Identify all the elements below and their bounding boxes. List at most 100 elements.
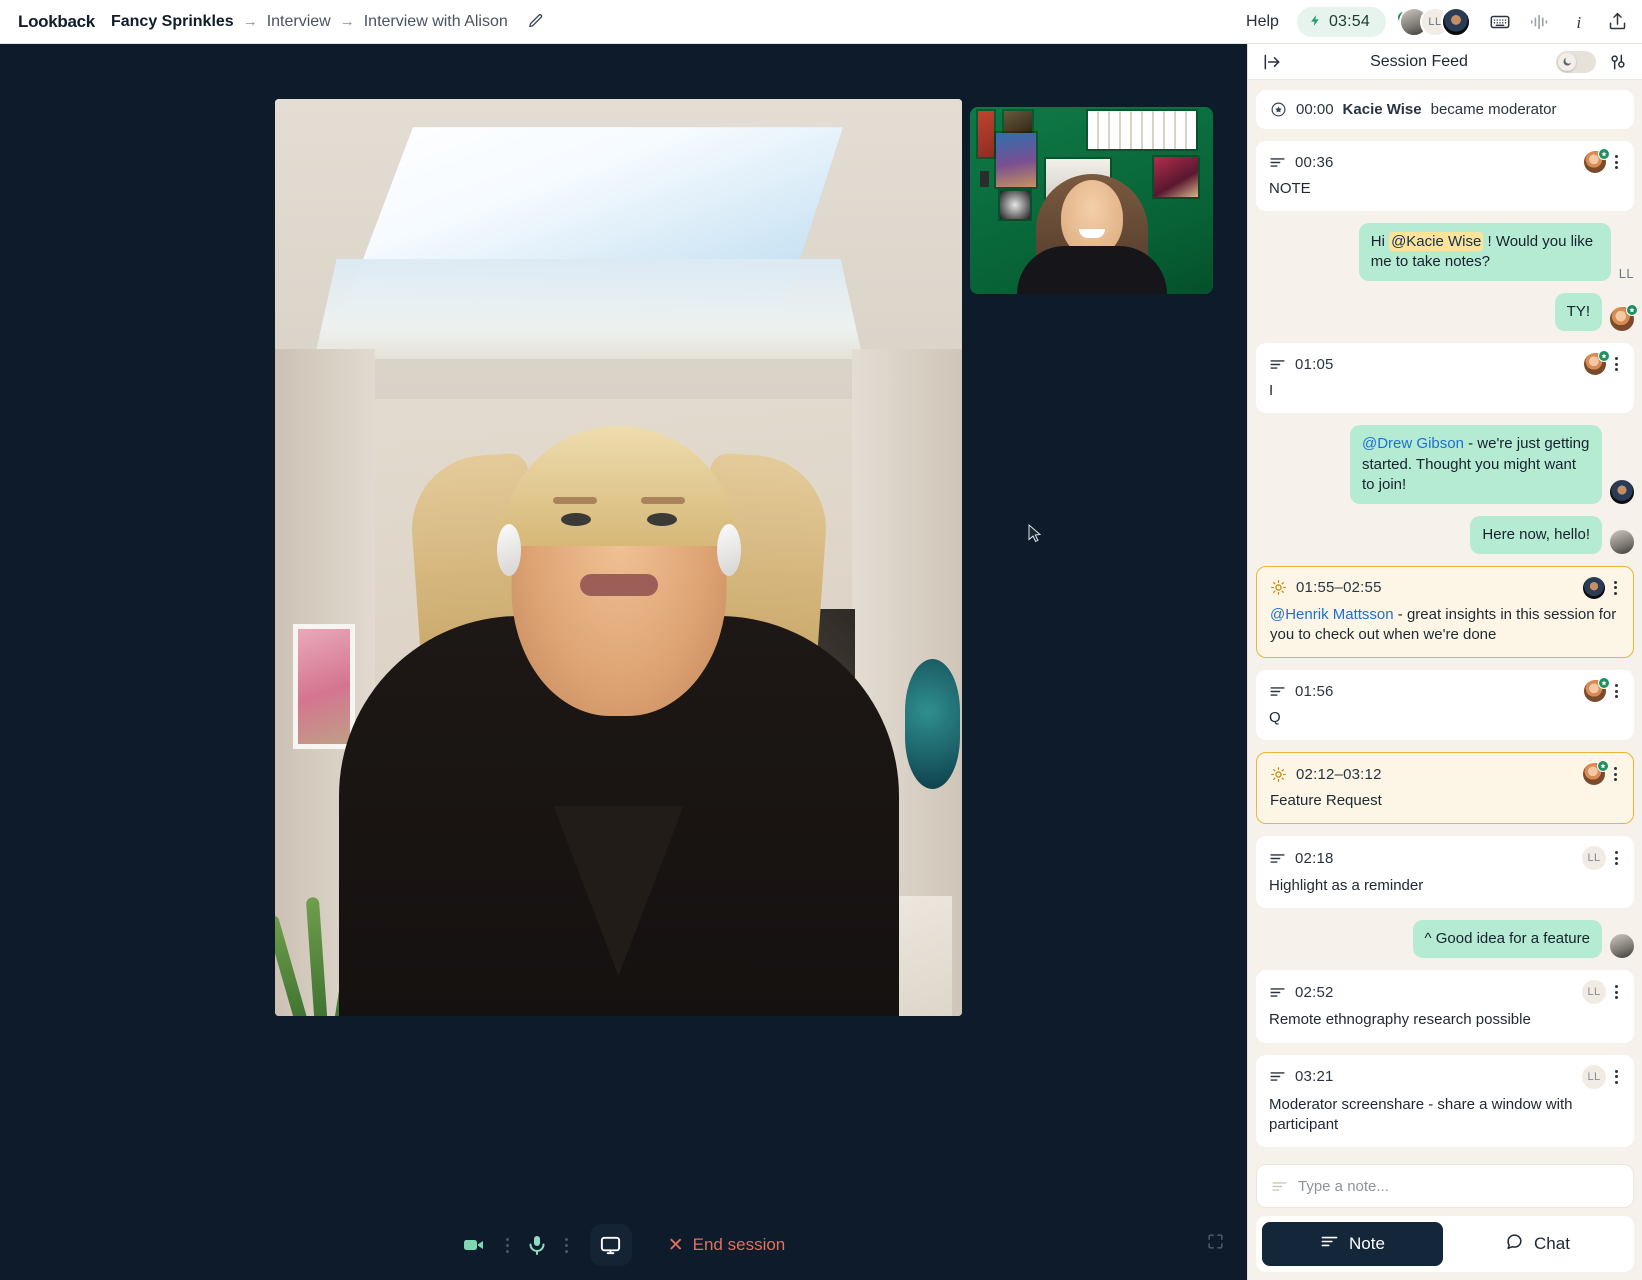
avatar[interactable]	[1610, 934, 1634, 959]
mention-chip[interactable]: @Henrik Mattsson	[1270, 606, 1394, 623]
camera-options-button[interactable]	[492, 1237, 523, 1253]
card-body: Moderator screenshare - share a window w…	[1269, 1095, 1573, 1133]
moderator-badge-icon	[1598, 350, 1610, 363]
highlight-sun-icon	[1270, 766, 1287, 783]
mic-group	[523, 1233, 582, 1257]
mic-options-button[interactable]	[551, 1237, 582, 1253]
feed-note-card[interactable]: 01:05 I	[1256, 343, 1634, 414]
session-feed-panel: Session Feed 00:00 Kacie Wise became mod…	[1247, 44, 1642, 1280]
help-link[interactable]: Help	[1246, 13, 1279, 31]
breadcrumb-separator-2: →	[339, 13, 355, 30]
card-menu-button[interactable]	[1612, 355, 1621, 373]
earring-left	[496, 524, 521, 576]
feed-highlight-card[interactable]: 02:12–03:12 Feature Request	[1256, 752, 1634, 825]
mention-chip[interactable]: @Kacie Wise	[1389, 232, 1484, 252]
mention-chip[interactable]: @Drew Gibson	[1362, 435, 1464, 452]
thumb-art	[1088, 111, 1196, 149]
author-initials[interactable]: LL	[1582, 980, 1606, 1005]
filter-settings-icon[interactable]	[1608, 52, 1628, 72]
keyboard-icon[interactable]	[1489, 11, 1511, 33]
tab-chat-label: Chat	[1534, 1234, 1570, 1253]
breadcrumb-separator-1: →	[242, 13, 258, 30]
pencil-icon[interactable]	[527, 13, 544, 30]
thumb-face	[1060, 180, 1123, 256]
bolt-icon	[1309, 13, 1322, 31]
panel-title: Session Feed	[1370, 52, 1468, 70]
card-menu-button[interactable]	[1611, 765, 1620, 783]
card-actions: LL	[1582, 980, 1621, 1005]
avatar[interactable]	[1583, 760, 1609, 786]
card-menu-button[interactable]	[1612, 1068, 1621, 1086]
card-timestamp: 02:52	[1295, 983, 1334, 1001]
avatar[interactable]	[1583, 576, 1605, 599]
info-icon[interactable]: i	[1569, 12, 1589, 32]
feed-note-card[interactable]: 02:52 LL Remote ethnography research pos…	[1256, 970, 1634, 1043]
author-initials[interactable]: LL	[1582, 846, 1606, 871]
screen-share-icon[interactable]	[589, 1224, 632, 1266]
video-camera-icon[interactable]	[462, 1233, 492, 1257]
audio-waveform-icon[interactable]	[1529, 11, 1551, 33]
session-feed-list[interactable]: 00:00 Kacie Wise became moderator 00:36	[1248, 80, 1642, 1164]
theme-toggle[interactable]	[1556, 50, 1596, 73]
feed-note-card[interactable]: 00:36 NOTE	[1256, 141, 1634, 212]
mouse-cursor	[1028, 524, 1042, 543]
card-menu-button[interactable]	[1612, 153, 1621, 171]
note-lines-icon	[1269, 1068, 1286, 1085]
card-menu-button[interactable]	[1612, 682, 1621, 700]
author-initials[interactable]: LL	[1582, 1064, 1606, 1089]
main-participant-video[interactable]	[275, 99, 962, 1016]
chat-bubble[interactable]: Here now, hello!	[1470, 515, 1602, 554]
avatar[interactable]	[1584, 148, 1610, 173]
feed-note-card[interactable]: 02:18 LL Highlight as a reminder	[1256, 836, 1634, 909]
card-timestamp: 01:55–02:55	[1296, 579, 1382, 597]
avatar[interactable]	[1441, 6, 1471, 37]
tab-chat[interactable]: Chat	[1447, 1222, 1628, 1266]
feed-chat-row: @Drew Gibson - we're just getting starte…	[1256, 425, 1634, 504]
note-lines-icon	[1269, 154, 1286, 171]
card-timestamp: 00:36	[1295, 153, 1334, 171]
note-lines-icon	[1269, 850, 1286, 867]
avatar[interactable]	[1584, 350, 1610, 376]
breadcrumb: Fancy Sprinkles → Interview → Interview …	[111, 13, 544, 31]
panel-collapse-icon[interactable]	[1262, 52, 1282, 72]
chat-bubble[interactable]: TY!	[1554, 293, 1602, 332]
video-stage: ✕ End session	[0, 44, 1247, 1280]
note-input-placeholder: Type a note...	[1298, 1177, 1389, 1195]
feed-highlight-card[interactable]: 01:55–02:55 @Henrik Mattsson - great ins…	[1256, 565, 1634, 659]
system-event-actor: Kacie Wise	[1342, 101, 1422, 118]
eye-right	[646, 513, 677, 526]
thumb-art	[978, 111, 994, 157]
feed-note-card[interactable]: 01:56 Q	[1256, 670, 1634, 741]
avatar[interactable]	[1610, 529, 1634, 554]
tab-note[interactable]: Note	[1262, 1222, 1443, 1266]
participant-avatars[interactable]: LL	[1396, 6, 1471, 37]
chat-bubble[interactable]: @Drew Gibson - we're just getting starte…	[1350, 425, 1602, 504]
breadcrumb-session[interactable]: Interview with Alison	[364, 13, 508, 31]
avatar[interactable]	[1584, 677, 1610, 703]
feed-note-card[interactable]: 03:21 LL Moderator screenshare - share a…	[1256, 1054, 1634, 1147]
moon-icon	[1558, 52, 1576, 71]
card-actions: LL	[1582, 846, 1621, 871]
fullscreen-icon[interactable]	[1206, 1232, 1225, 1256]
app-root: Lookback Fancy Sprinkles → Interview → I…	[0, 0, 1642, 1280]
card-menu-button[interactable]	[1612, 983, 1621, 1001]
breadcrumb-project[interactable]: Fancy Sprinkles	[111, 13, 234, 31]
end-session-label: End session	[692, 1235, 786, 1254]
note-input[interactable]: Type a note...	[1256, 1164, 1634, 1208]
card-menu-button[interactable]	[1611, 579, 1620, 597]
share-icon[interactable]	[1607, 11, 1628, 32]
microphone-icon[interactable]	[523, 1233, 551, 1257]
brand-logo[interactable]: Lookback	[18, 12, 95, 32]
svg-text:i: i	[1577, 12, 1582, 31]
end-session-button[interactable]: ✕ End session	[668, 1235, 786, 1255]
system-event-text: became moderator	[1430, 101, 1557, 118]
avatar[interactable]	[1610, 304, 1638, 332]
card-body: Feature Request	[1270, 792, 1382, 810]
breadcrumb-section[interactable]: Interview	[267, 13, 331, 31]
chat-bubble[interactable]: Hi @Kacie Wise ! Would you like me to ta…	[1358, 223, 1611, 282]
moderator-thumbnail-video[interactable]	[970, 107, 1213, 294]
card-menu-button[interactable]	[1612, 849, 1621, 867]
feed-composer: Type a note... Note Chat	[1248, 1164, 1642, 1280]
avatar[interactable]	[1610, 479, 1634, 504]
chat-bubble[interactable]: ^ Good idea for a feature	[1412, 920, 1602, 959]
